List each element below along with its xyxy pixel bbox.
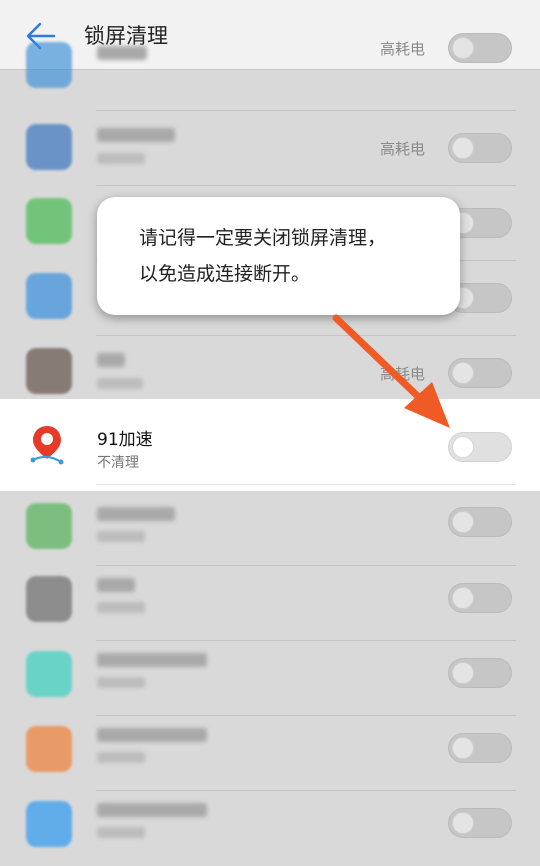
app-icon [26, 198, 72, 244]
app-icon [26, 42, 72, 88]
list-item: 高耗电 [0, 111, 540, 186]
list-item: 高耗电 [0, 33, 540, 111]
list-item [0, 491, 540, 566]
toggle-switch[interactable] [448, 133, 512, 163]
app-icon [26, 124, 72, 170]
list-item [0, 791, 540, 866]
callout-line-1: 请记得一定要关闭锁屏清理， [139, 227, 387, 249]
app-icon [26, 576, 72, 622]
app-status: 不清理 [97, 455, 139, 471]
tip-callout: 请记得一定要关闭锁屏清理， 以免造成连接断开。 [97, 197, 460, 315]
app-icon [26, 503, 72, 549]
app-icon [26, 726, 72, 772]
toggle-switch[interactable] [448, 808, 512, 838]
list-item [0, 641, 540, 716]
toggle-switch[interactable] [448, 658, 512, 688]
toggle-switch[interactable] [448, 583, 512, 613]
app-icon [26, 273, 72, 319]
app-icon [26, 651, 72, 697]
callout-line-2: 以免造成连接断开。 [139, 263, 311, 285]
app-icon [26, 801, 72, 847]
toggle-switch[interactable] [448, 33, 512, 63]
list-item [0, 566, 540, 641]
high-power-label: 高耗电 [380, 140, 426, 158]
toggle-switch[interactable] [448, 733, 512, 763]
app-name: 91加速 [97, 430, 153, 450]
list-item [0, 716, 540, 791]
high-power-label: 高耗电 [380, 40, 426, 58]
app-icon [26, 348, 72, 394]
location-pin-icon [30, 426, 64, 465]
arrow-pointer-icon [332, 314, 450, 428]
toggle-switch[interactable] [448, 507, 512, 537]
